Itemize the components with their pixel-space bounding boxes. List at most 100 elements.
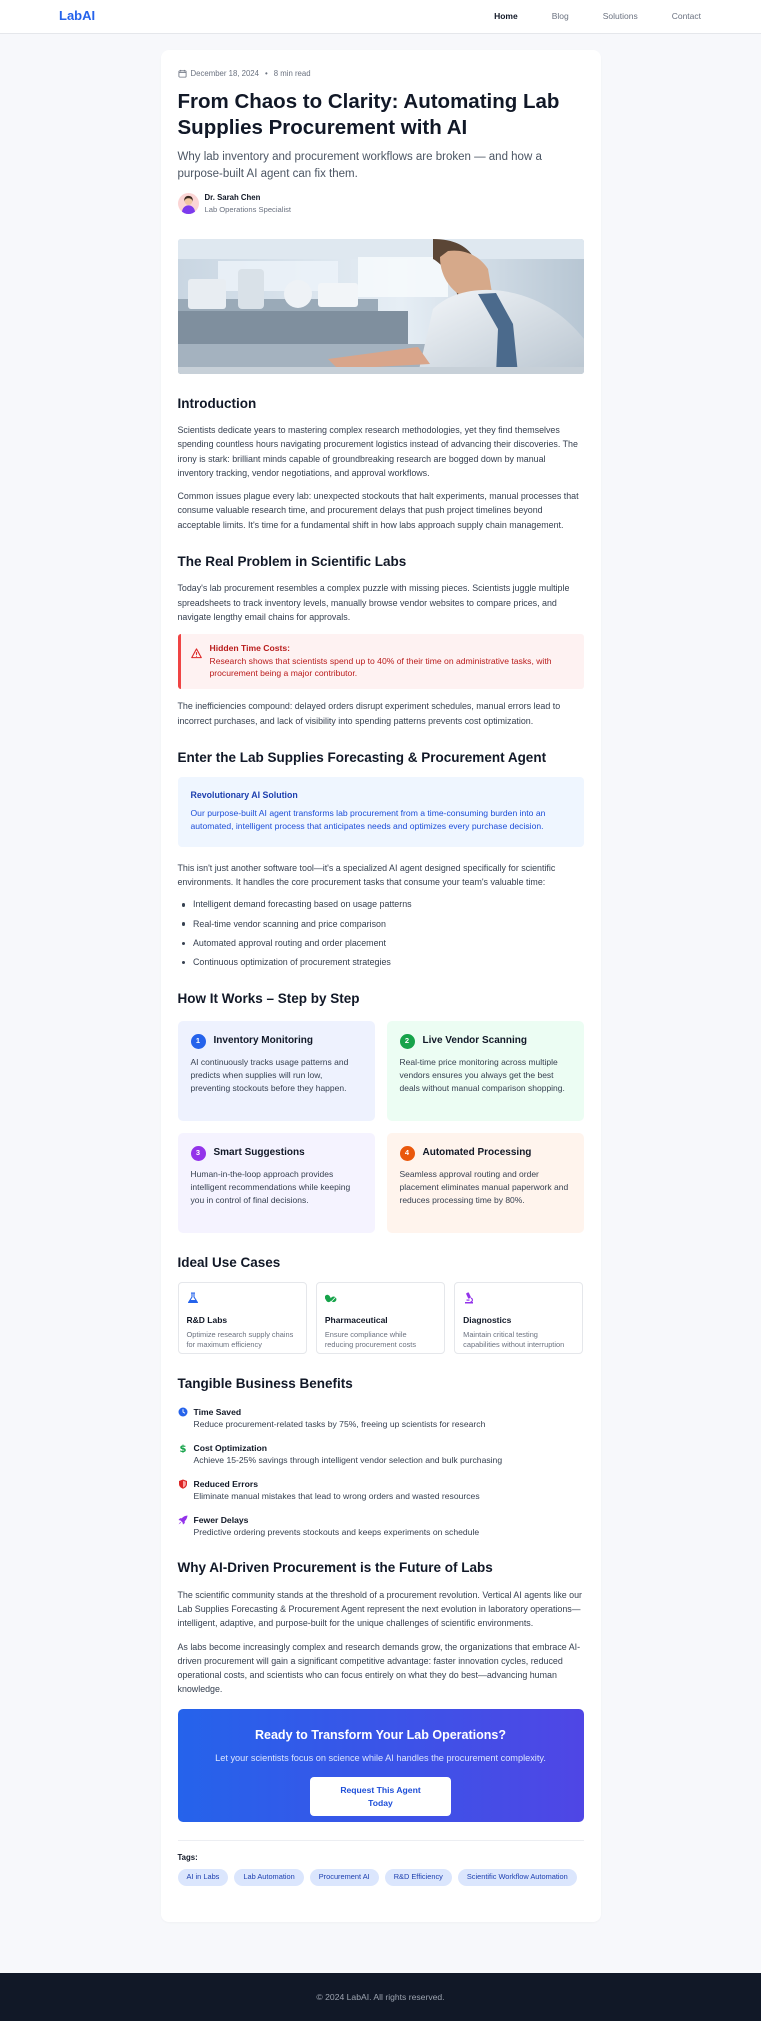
bullet-icon: [181, 903, 185, 907]
top-navigation: LabAI Home Blog Solutions Contact: [0, 0, 761, 34]
tag-procurement-ai[interactable]: Procurement AI: [309, 1869, 379, 1886]
shield-icon: [178, 1479, 187, 1489]
benefit-title: Reduced Errors: [193, 1478, 258, 1489]
use-case-title: Diagnostics: [463, 1314, 512, 1325]
section-use-cases: Ideal Use Cases R&D Labs Optimize resear…: [177, 1253, 584, 1355]
use-case-card: Diagnostics Maintain critical testing ca…: [454, 1282, 584, 1355]
step-title: Smart Suggestions: [213, 1146, 305, 1158]
section-introduction: Introduction Scientists dedicate years t…: [178, 394, 584, 532]
section-problem: The Real Problem in Scientific Labs Toda…: [177, 552, 584, 728]
author-block: Dr. Sarah Chen Lab Operations Specialist: [177, 192, 584, 214]
step-number: 2: [399, 1033, 415, 1049]
meta-separator: •: [264, 69, 268, 78]
callout-body: Research shows that scientists spend up …: [209, 655, 552, 679]
calendar-icon: [177, 70, 187, 78]
step-description: Human-in-the-loop approach provides inte…: [190, 1168, 351, 1205]
tag-rd-efficiency[interactable]: R&D Efficiency: [384, 1869, 452, 1886]
paragraph: Scientists dedicate years to mastering c…: [177, 425, 578, 478]
flask-icon: [187, 1292, 198, 1304]
nav-link-solutions[interactable]: Solutions: [603, 10, 638, 22]
author-name[interactable]: Dr. Sarah Chen: [205, 192, 292, 203]
tag-lab-automation[interactable]: Lab Automation: [234, 1869, 304, 1886]
step-number: 4: [399, 1145, 415, 1161]
list-item-text: Intelligent demand forecasting based on …: [193, 899, 412, 910]
rocket-icon: [178, 1515, 187, 1524]
tags-label: Tags:: [177, 1852, 198, 1862]
nav-link-home[interactable]: Home: [494, 10, 518, 22]
cta-title: Ready to Transform Your Lab Operations?: [255, 1727, 506, 1742]
section-heading: Enter the Lab Supplies Forecasting & Pro…: [177, 749, 547, 765]
paragraph: As labs become increasingly complex and …: [177, 1641, 581, 1695]
list-item: Real-time vendor scanning and price comp…: [178, 918, 584, 931]
use-case-description: Ensure compliance while reducing procure…: [324, 1330, 417, 1350]
benefits-list: Time Saved Reduce procurement-related ta…: [178, 1406, 584, 1539]
section-how-it-works: How It Works – Step by Step 1 Inventory M…: [177, 989, 584, 1233]
cta-banner: Ready to Transform Your Lab Operations? …: [177, 1708, 584, 1822]
paragraph: This isn't just another software tool—it…: [177, 862, 556, 888]
tags-list: AI in Labs Lab Automation Procurement AI…: [177, 1869, 584, 1886]
article-subtitle: Why lab inventory and procurement workfl…: [177, 150, 542, 180]
divider: [177, 1839, 584, 1841]
benefit-description: Eliminate manual mistakes that lead to w…: [193, 1491, 480, 1502]
article-title: From Chaos to Clarity: Automating Lab Su…: [177, 90, 560, 139]
paragraph: The inefficiencies compound: delayed ord…: [177, 701, 561, 726]
copyright-text: © 2024 LabAI. All rights reserved.: [316, 1991, 445, 2002]
nav-links: Home Blog Solutions Contact: [460, 10, 701, 22]
benefit-title: Cost Optimization: [193, 1442, 268, 1453]
bullet-icon: [181, 941, 185, 946]
publish-date: December 18, 2024: [190, 69, 259, 78]
nav-link-contact[interactable]: Contact: [672, 10, 701, 22]
step-card: 2 Live Vendor Scanning Real-time price mo…: [386, 1020, 584, 1121]
step-number: 1: [190, 1033, 206, 1049]
benefit-title: Time Saved: [193, 1406, 242, 1417]
bullet-icon: [181, 960, 185, 965]
article-card: December 18, 2024 • 8 min read From Chao…: [160, 50, 601, 1922]
list-item: Intelligent demand forecasting based on …: [178, 898, 584, 911]
list-item: Automated approval routing and order pla…: [178, 937, 584, 950]
section-agent: Enter the Lab Supplies Forecasting & Pro…: [177, 748, 584, 969]
tag-ai-in-labs[interactable]: AI in Labs: [177, 1869, 229, 1886]
step-description: AI continuously tracks usage patterns an…: [190, 1056, 349, 1093]
step-description: Seamless approval routing and order plac…: [399, 1168, 569, 1205]
solution-callout: Revolutionary AI Solution Our purpose-bu…: [177, 777, 584, 847]
section-heading: Why AI-Driven Procurement is the Future …: [177, 1560, 493, 1576]
benefit-description: Achieve 15-25% savings through intellige…: [193, 1455, 503, 1466]
nav-link-blog[interactable]: Blog: [552, 10, 569, 22]
hero-image: [177, 238, 584, 374]
use-case-grid: R&D Labs Optimize research supply chains…: [177, 1282, 584, 1355]
list-item-text: Real-time vendor scanning and price comp…: [193, 918, 386, 929]
step-description: Real-time price monitoring across multip…: [399, 1056, 565, 1093]
dollar-icon: $: [179, 1444, 186, 1453]
request-agent-button[interactable]: Request This Agent Today: [310, 1777, 451, 1817]
section-future: Why AI-Driven Procurement is the Future …: [178, 1558, 584, 1696]
author-role: Lab Operations Specialist: [204, 204, 292, 214]
tag-scientific-workflow-automation[interactable]: Scientific Workflow Automation: [457, 1869, 577, 1886]
callout-title: Revolutionary AI Solution: [190, 790, 298, 801]
list-item-text: Automated approval routing and order pla…: [193, 937, 386, 948]
steps-grid: 1 Inventory Monitoring AI continuously tr…: [177, 1020, 584, 1233]
benefit-description: Reduce procurement-related tasks by 75%,…: [193, 1419, 486, 1430]
article-meta: December 18, 2024 • 8 min read: [177, 68, 584, 79]
hidden-costs-callout: Hidden Time Costs: Research shows that s…: [177, 634, 584, 690]
microscope-icon: [465, 1292, 474, 1304]
use-case-description: Optimize research supply chains for maxi…: [186, 1330, 294, 1350]
warning-icon: [190, 648, 202, 659]
step-card: 4 Automated Processing Seamless approval …: [386, 1132, 584, 1233]
read-time: 8 min read: [273, 69, 311, 78]
benefit-title: Fewer Delays: [193, 1514, 249, 1525]
section-heading: How It Works – Step by Step: [177, 991, 360, 1007]
feature-list: Intelligent demand forecasting based on …: [178, 898, 584, 969]
benefit-item: Time Saved Reduce procurement-related ta…: [178, 1406, 584, 1431]
avatar: [177, 192, 199, 214]
step-card: 3 Smart Suggestions Human-in-the-loop app…: [177, 1132, 375, 1233]
benefit-description: Predictive ordering prevents stockouts a…: [193, 1526, 480, 1537]
step-title: Automated Processing: [422, 1146, 532, 1158]
section-benefits: Tangible Business Benefits Time Saved Re…: [178, 1374, 584, 1538]
use-case-title: Pharmaceutical: [324, 1314, 388, 1325]
step-title: Live Vendor Scanning: [422, 1034, 527, 1046]
section-heading: The Real Problem in Scientific Labs: [177, 553, 407, 569]
svg-text:$: $: [179, 1444, 186, 1453]
paragraph: Common issues plague every lab: unexpect…: [177, 491, 579, 530]
list-item: Continuous optimization of procurement s…: [178, 956, 584, 969]
brand-logo[interactable]: LabAI: [59, 7, 95, 26]
